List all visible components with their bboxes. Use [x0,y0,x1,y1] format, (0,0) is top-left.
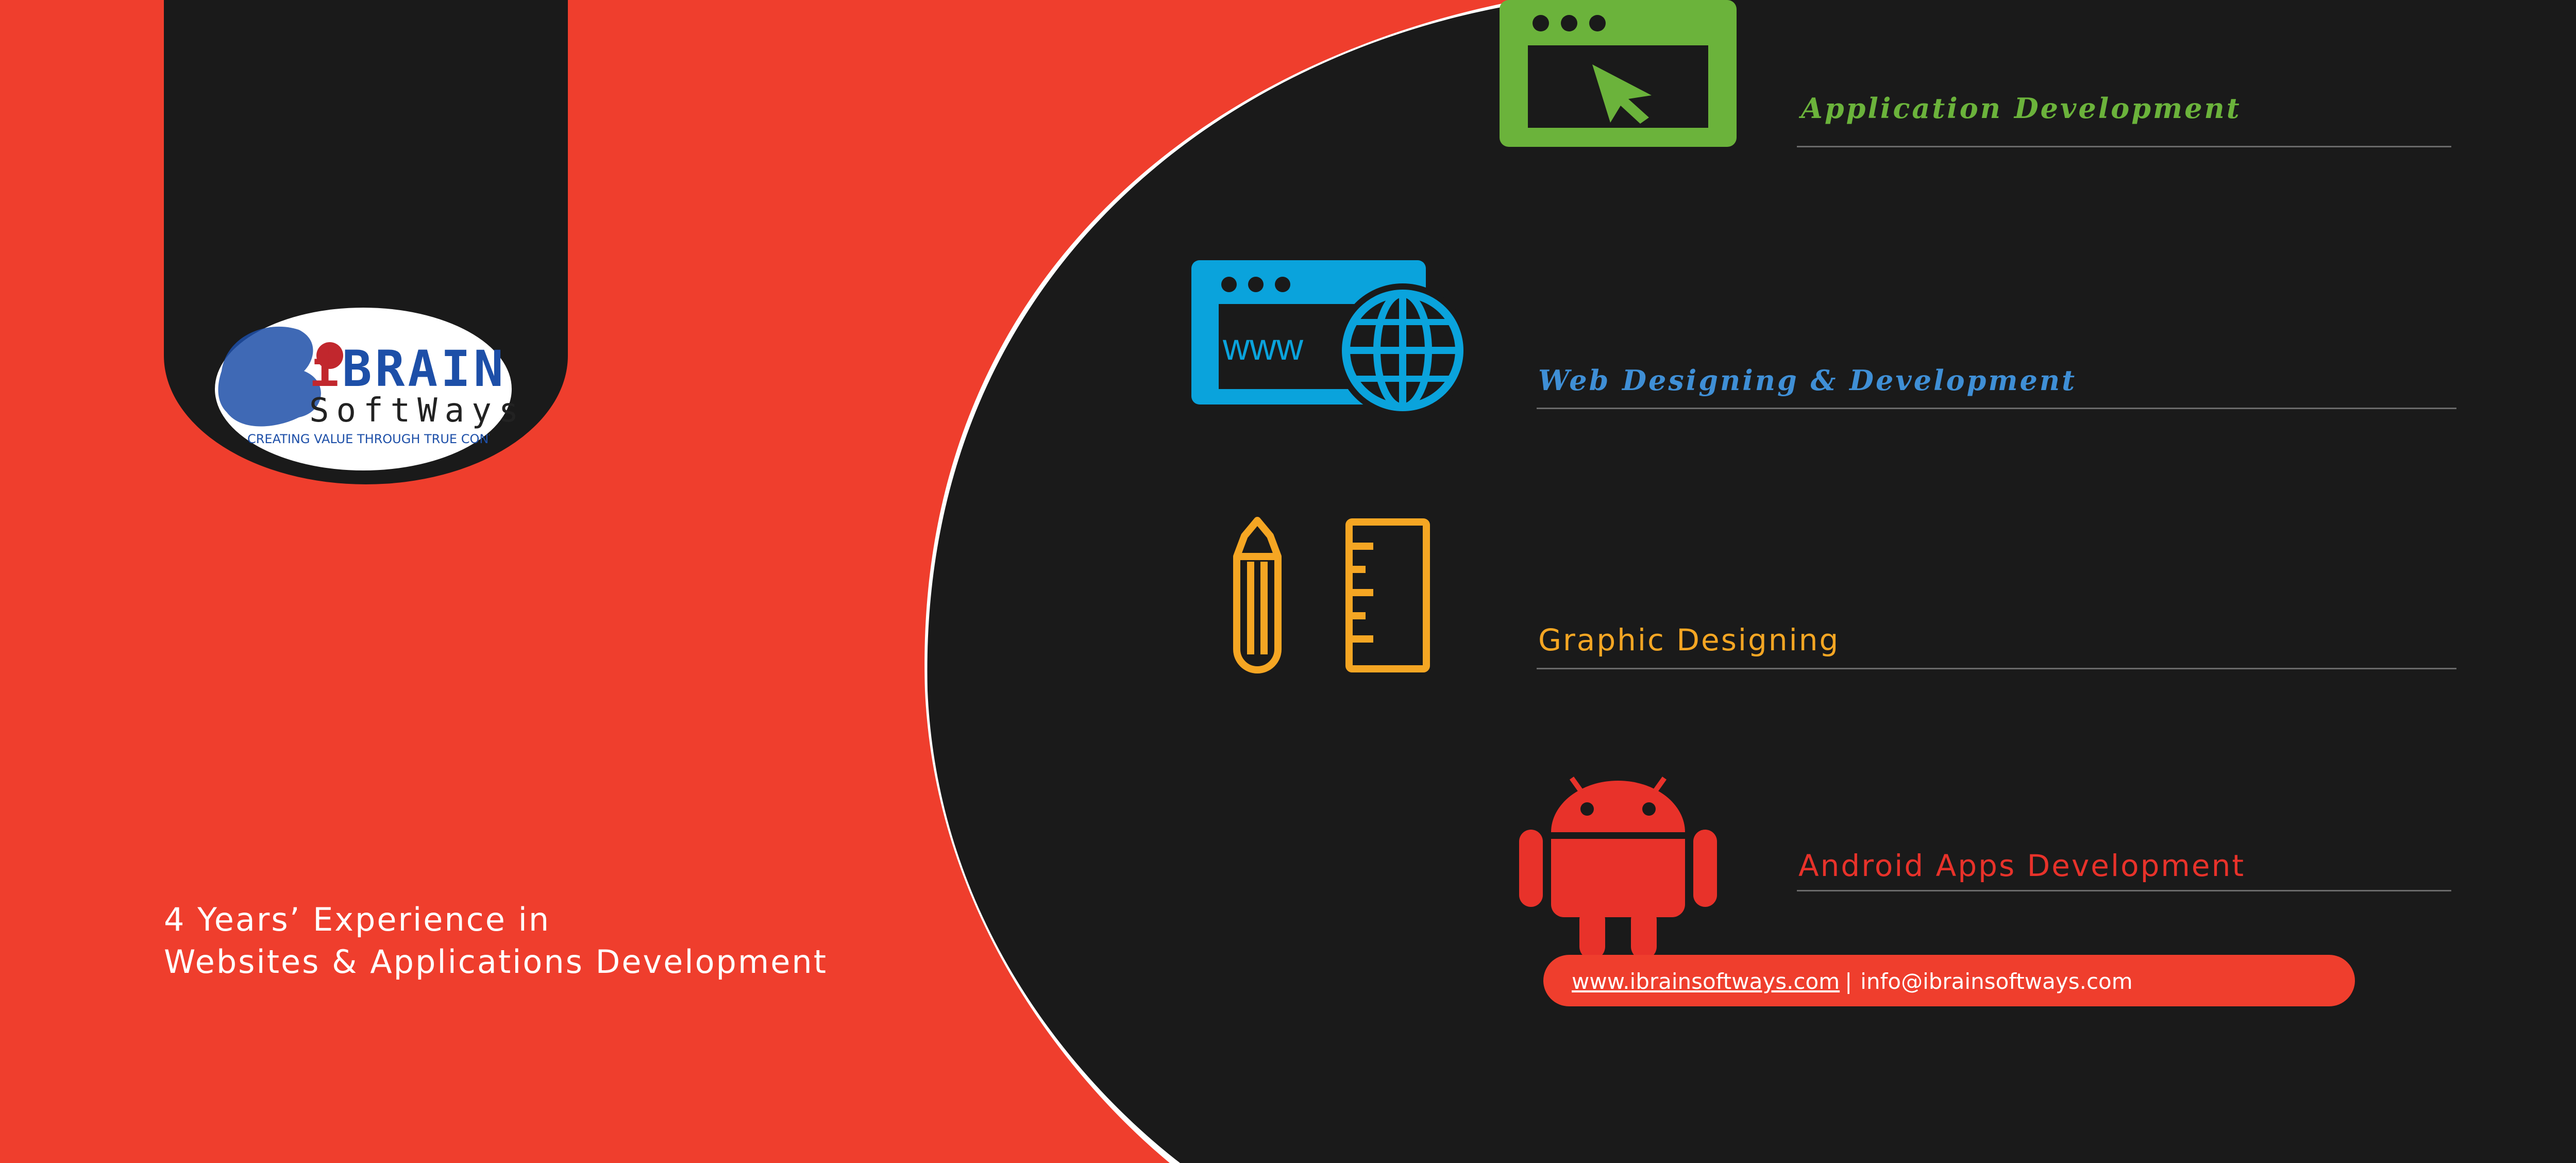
contact-separator: | [1845,969,1853,994]
logo-brand-rest: BRAIN [342,340,507,398]
logo-brand-i: i [309,340,342,398]
email-text[interactable]: info@ibrainsoftways.com [1860,969,2132,994]
www-label: www [1222,327,1304,368]
service-android-apps: Android Apps Development [1798,848,2246,883]
divider-web [1537,408,2456,409]
experience-line-1: 4 Years’ Experience in [164,901,551,938]
divider-app [1797,146,2451,147]
logo-brand: iBRAIN [309,340,507,398]
website-link[interactable]: www.ibrainsoftways.com [1572,969,1840,994]
experience-line-2: Websites & Applications Development [164,943,828,981]
contact-text: www.ibrainsoftways.com | info@ibrainsoftwa… [1572,969,2133,994]
logo-tagline: CREATING VALUE THROUGH TRUE CONVERSION [247,432,490,446]
brochure-canvas: www iBRAIN SoftWays CREATING VALUE THROU… [0,0,2576,1163]
logo-subtitle: SoftWays [309,392,526,430]
company-logo: iBRAIN SoftWays [309,340,518,433]
service-graphic-designing: Graphic Designing [1538,622,1840,658]
divider-android [1797,890,2451,891]
divider-graphic [1537,668,2456,669]
app-window-cursor-icon [1500,0,1737,147]
service-web-designing: Web Designing & Development [1538,364,2077,397]
service-application-development: Application Development [1801,92,2242,125]
